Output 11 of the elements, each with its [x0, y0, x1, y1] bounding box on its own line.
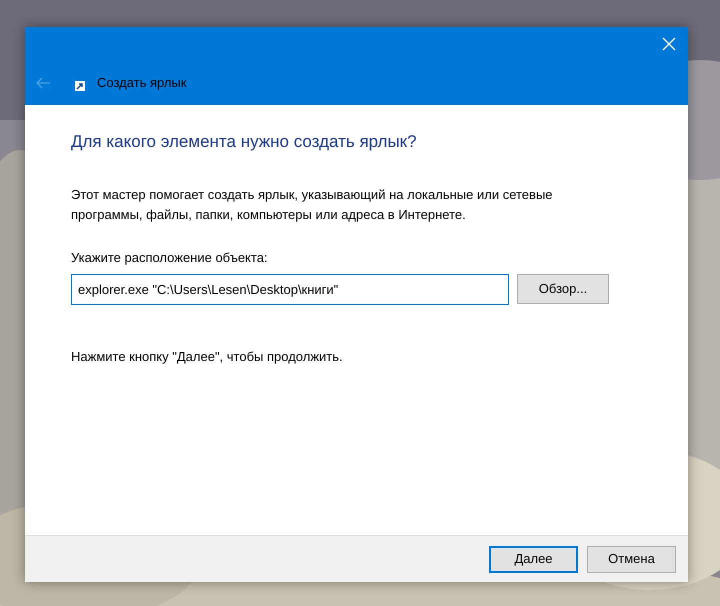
location-label: Укажите расположение объекта:: [71, 249, 269, 268]
browse-button[interactable]: Обзор...: [517, 274, 609, 304]
description-text: Этот мастер помогает создать ярлык, указывающий на локальные или сетевые программы, файлы, папки, компьютеры или адреса в Интернете.: [71, 186, 554, 224]
wizard-heading: Для какого элемента нужно создать ярлык?: [71, 131, 418, 152]
hint-text: Нажмите кнопку "Далее", чтобы продолжить.: [71, 348, 344, 366]
close-icon[interactable]: [662, 37, 676, 51]
wizard-button[interactable]: Далее: [489, 546, 578, 572]
wizard-button[interactable]: Отмена: [587, 546, 676, 572]
location-field[interactable]: explorer.exe "C:\Users\Lesen\Desktop\книги": [71, 274, 509, 305]
shortcut-icon: [75, 80, 85, 91]
window-title: Создать ярлык: [97, 74, 186, 92]
